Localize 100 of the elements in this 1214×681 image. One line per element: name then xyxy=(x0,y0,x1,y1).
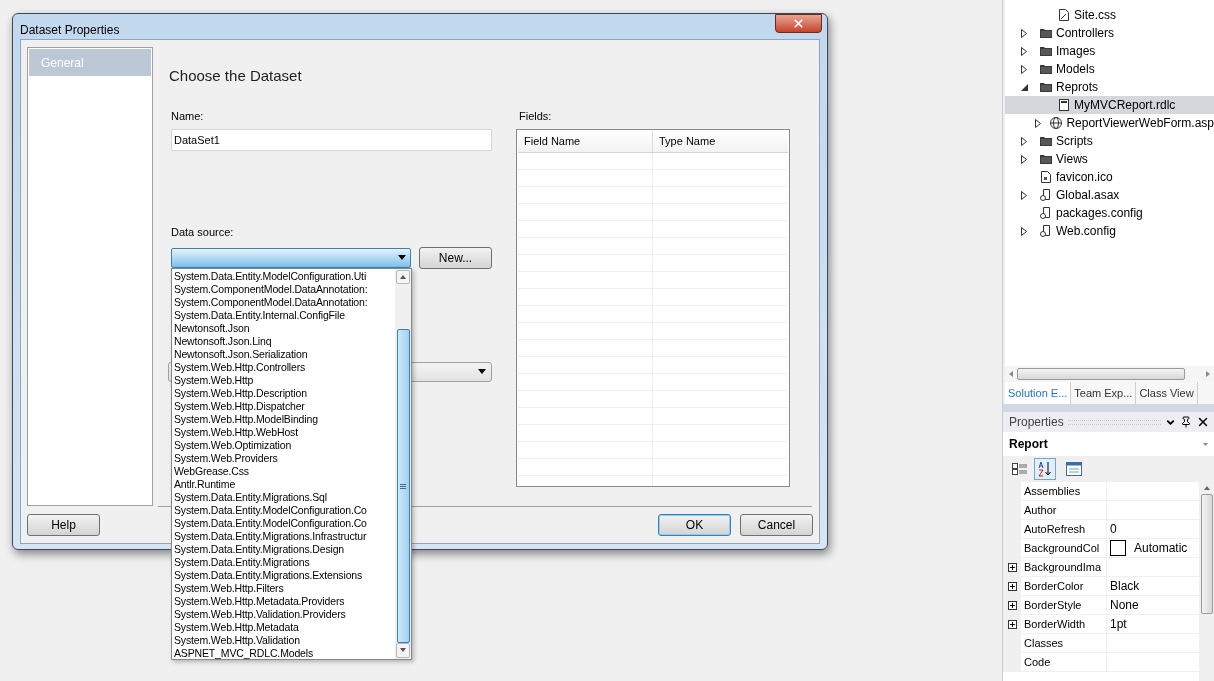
dropdown-option[interactable]: System.Web.Http.Metadata xyxy=(174,620,299,634)
dropdown-option[interactable]: System.Web.Http.Filters xyxy=(174,581,284,595)
dropdown-option[interactable]: System.Web.Providers xyxy=(174,451,278,465)
data-source-label: Data source: xyxy=(171,225,234,240)
dropdown-option[interactable]: System.Data.Entity.Migrations.Extensions xyxy=(174,568,363,582)
dropdown-option[interactable]: System.ComponentModel.DataAnnotation: xyxy=(174,295,368,309)
expanded-arrow-icon[interactable] xyxy=(1020,83,1028,91)
dropdown-option[interactable]: System.Web.Http.Controllers xyxy=(174,360,306,374)
collapsed-arrow-icon[interactable] xyxy=(1021,226,1027,236)
dropdown-option[interactable]: WebGrease.Css xyxy=(174,464,249,478)
tree-item[interactable]: Images xyxy=(1005,42,1214,60)
tree-item[interactable]: packages.config xyxy=(1005,204,1214,222)
property-name[interactable]: BorderColor xyxy=(1024,577,1084,595)
dropdown-option[interactable]: Newtonsoft.Json.Serialization xyxy=(174,347,308,361)
new-button[interactable]: New... xyxy=(419,246,492,269)
toolbar-button[interactable] xyxy=(1034,458,1056,480)
close-icon xyxy=(792,17,805,30)
ok-button[interactable]: OK xyxy=(658,514,731,536)
close-button[interactable] xyxy=(775,14,822,33)
tree-item[interactable]: Scripts xyxy=(1005,132,1214,150)
tree-item[interactable]: Web.config xyxy=(1005,222,1214,240)
property-name[interactable]: Code xyxy=(1024,653,1051,671)
dropdown-option[interactable]: System.Data.Entity.Migrations.Sql xyxy=(174,490,327,504)
dropdown-option[interactable]: System.Data.Entity.Internal.ConfigFile xyxy=(174,308,345,322)
property-name[interactable]: BorderStyle xyxy=(1024,596,1082,614)
dropdown-option[interactable]: System.Web.Http.ModelBinding xyxy=(174,412,318,426)
tree-item[interactable]: Controllers xyxy=(1005,24,1214,42)
dropdown-option[interactable]: System.Web.Optimization xyxy=(174,438,292,452)
property-value[interactable]: 1pt xyxy=(1110,615,1127,633)
scroll-left-icon[interactable] xyxy=(1009,371,1013,377)
property-value[interactable]: Black xyxy=(1110,577,1140,595)
scroll-down-icon[interactable] xyxy=(400,648,406,653)
dropdown-option[interactable]: System.Web.Http.Metadata.Providers xyxy=(174,594,345,608)
tree-item[interactable]: favicon.ico xyxy=(1005,168,1214,186)
dropdown-option[interactable]: Antlr.Runtime xyxy=(174,477,236,491)
tree-item[interactable]: MyMVCReport.rdlc xyxy=(1005,96,1214,114)
property-name[interactable]: AutoRefresh xyxy=(1024,520,1086,538)
dropdown-option[interactable]: System.Data.Entity.ModelConfiguration.Uti xyxy=(174,269,367,283)
scroll-up-icon[interactable] xyxy=(1203,486,1210,490)
expand-icon[interactable] xyxy=(1007,581,1017,591)
dropdown-option[interactable]: System.Web.Http.WebHost xyxy=(174,425,298,439)
dropdown-option[interactable]: Newtonsoft.Json.Linq xyxy=(174,334,272,348)
property-name[interactable]: Assemblies xyxy=(1024,482,1081,500)
expand-icon[interactable] xyxy=(1007,600,1017,610)
dropdown-option[interactable]: System.Data.Entity.Migrations.Infrastructur xyxy=(174,529,367,543)
scrollbar[interactable] xyxy=(395,268,411,659)
property-value[interactable]: Automatic xyxy=(1134,539,1188,557)
property-name[interactable]: Author xyxy=(1024,501,1057,519)
window-title: Dataset Properties xyxy=(20,22,120,39)
close-icon[interactable] xyxy=(1196,415,1210,429)
dropdown-option[interactable]: System.Web.Http.Dispatcher xyxy=(174,399,305,413)
dropdown-option[interactable]: ASPNET_MVC_RDLC.Models xyxy=(174,646,314,659)
column-header[interactable]: Field Name xyxy=(518,131,653,152)
dropdown-option[interactable]: System.Web.Http xyxy=(174,373,254,387)
dropdown-option[interactable]: System.Web.Http.Description xyxy=(174,386,307,400)
config-file-icon xyxy=(1039,188,1053,202)
dropdown-option[interactable]: System.Data.Entity.Migrations.Design xyxy=(174,542,345,556)
tree-item[interactable]: Views xyxy=(1005,150,1214,168)
categorized-icon xyxy=(1012,462,1028,476)
tree-item[interactable]: Models xyxy=(1005,60,1214,78)
dropdown-option[interactable]: System.Web.Http.Validation xyxy=(174,633,300,647)
help-button[interactable]: Help xyxy=(27,514,100,536)
sort-alphabetical-icon xyxy=(1037,461,1053,477)
caret-icon xyxy=(1203,442,1208,446)
dropdown-option[interactable]: System.Data.Entity.Migrations xyxy=(174,555,310,569)
stylesheet-file-icon xyxy=(1057,8,1071,22)
tree-item[interactable]: Global.asax xyxy=(1005,186,1214,204)
dropdown-option[interactable]: System.Data.Entity.ModelConfiguration.Co xyxy=(174,503,367,517)
panel-tab[interactable]: Solution E... xyxy=(1005,382,1072,404)
folder-icon xyxy=(1039,134,1053,148)
grip-icon xyxy=(400,483,406,489)
pin-icon[interactable] xyxy=(1180,416,1192,428)
data-source-dropdown[interactable] xyxy=(171,247,411,268)
property-name[interactable]: BackgroundCol xyxy=(1024,539,1100,557)
tree-item[interactable]: Reprots xyxy=(1005,78,1214,96)
cancel-button[interactable]: Cancel xyxy=(740,514,813,536)
horizontal-scrollbar[interactable] xyxy=(1005,366,1214,382)
property-name[interactable]: BackgroundIma xyxy=(1024,558,1102,576)
property-name[interactable]: BorderWidth xyxy=(1024,615,1086,633)
column-header[interactable]: Type Name xyxy=(653,131,788,152)
folder-icon xyxy=(1039,44,1053,58)
dropdown-option[interactable]: System.Data.Entity.ModelConfiguration.Co xyxy=(174,516,367,530)
folder-icon xyxy=(1039,62,1053,76)
collapsed-arrow-icon[interactable] xyxy=(1021,190,1027,200)
name-field[interactable]: DataSet1 xyxy=(171,129,492,151)
scroll-right-icon[interactable] xyxy=(1206,371,1210,377)
dropdown-option[interactable]: System.ComponentModel.DataAnnotation: xyxy=(174,282,368,296)
scroll-up-icon[interactable] xyxy=(400,274,406,279)
report-icon xyxy=(1057,98,1071,112)
tree-item[interactable]: ReportViewerWebForm.asp xyxy=(1005,114,1214,132)
property-name[interactable]: Classes xyxy=(1024,634,1064,652)
expand-icon[interactable] xyxy=(1007,619,1017,629)
dropdown-option[interactable]: System.Web.Http.Validation.Providers xyxy=(174,607,346,621)
expand-icon[interactable] xyxy=(1007,562,1017,572)
config-file-icon xyxy=(1039,206,1053,220)
property-value[interactable]: None xyxy=(1110,596,1139,614)
dropdown-option[interactable]: Newtonsoft.Json xyxy=(174,321,250,335)
tree-item[interactable]: Site.css xyxy=(1005,6,1214,24)
property-value[interactable]: 0 xyxy=(1110,520,1117,538)
object-selector[interactable]: Report xyxy=(1003,432,1214,456)
